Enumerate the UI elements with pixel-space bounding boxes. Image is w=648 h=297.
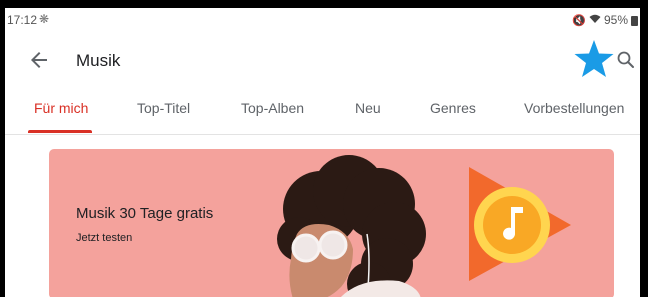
wifi-icon	[589, 13, 601, 27]
app-bar: Musik	[5, 38, 640, 82]
promo-subtitle[interactable]: Jetzt testen	[76, 232, 132, 244]
battery-percentage: 95%	[603, 13, 628, 27]
tab-neu[interactable]: Neu	[355, 100, 381, 116]
back-arrow-icon	[31, 52, 47, 68]
app-screen: 17:12 ❋ 🔇 95% Musik Für mich Top-Titel T…	[5, 8, 640, 297]
status-bar: 17:12 ❋ 🔇 95%	[5, 8, 640, 30]
device-frame: 17:12 ❋ 🔇 95% Musik Für mich Top-Titel T…	[0, 0, 648, 297]
status-time: 17:12	[7, 13, 38, 27]
search-icon	[617, 51, 634, 68]
tab-genres[interactable]: Genres	[430, 100, 476, 116]
back-button[interactable]	[27, 48, 51, 72]
tab-bar: Für mich Top-Titel Top-Alben Neu Genres …	[5, 90, 640, 135]
battery-icon	[631, 16, 638, 26]
promo-card[interactable]: Musik 30 Tage gratis Jetzt testen	[49, 149, 614, 297]
tab-vorbestellungen[interactable]: Vorbestellungen	[524, 100, 624, 116]
tab-fuer-mich[interactable]: Für mich	[34, 100, 88, 116]
page-title: Musik	[76, 51, 121, 70]
tab-top-alben[interactable]: Top-Alben	[241, 100, 304, 116]
promo-artwork	[277, 155, 571, 297]
play-music-logo	[469, 167, 571, 281]
tab-top-titel[interactable]: Top-Titel	[137, 100, 190, 116]
active-tab-indicator	[28, 130, 92, 133]
gear-icon: ❋	[39, 12, 50, 26]
promo-title: Musik 30 Tage gratis	[76, 205, 214, 222]
star-icon	[574, 40, 614, 77]
mute-icon: 🔇	[572, 14, 586, 27]
status-indicators: 🔇 95%	[572, 13, 638, 27]
search-button[interactable]	[614, 48, 638, 72]
